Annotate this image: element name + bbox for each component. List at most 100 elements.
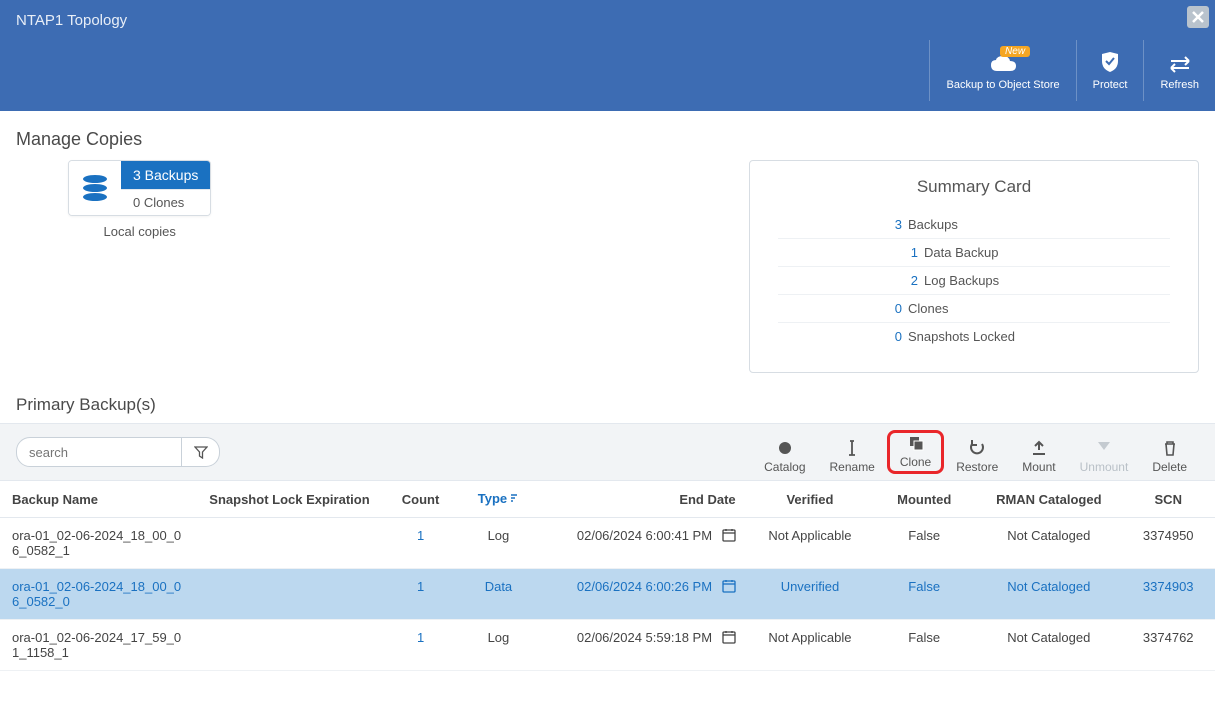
summary-card: Summary Card 3Backups1Data Backup2Log Ba… bbox=[749, 160, 1199, 373]
manage-copies-title: Manage Copies bbox=[0, 111, 1215, 160]
local-copies-box: 3 Backups 0 Clones bbox=[68, 160, 211, 216]
manage-copies-row: 3 Backups 0 Clones Local copies Summary … bbox=[0, 160, 1215, 389]
table-row[interactable]: ora-01_02-06-2024_18_00_06_0582_0 1Data02… bbox=[0, 569, 1215, 620]
cell-mounted: False bbox=[872, 620, 976, 671]
col-name[interactable]: Backup Name bbox=[0, 481, 197, 518]
refresh-label: Refresh bbox=[1160, 79, 1199, 91]
table-row[interactable]: ora-01_02-06-2024_18_00_06_0582_11Log02/… bbox=[0, 518, 1215, 569]
summary-num: 2 bbox=[778, 273, 924, 288]
filter-button[interactable] bbox=[182, 437, 220, 467]
cell-scn: 3374950 bbox=[1121, 518, 1215, 569]
rename-icon bbox=[844, 440, 860, 456]
topology-header: NTAP1 Topology New Backup to Object Stor… bbox=[0, 0, 1215, 111]
cloud-icon bbox=[989, 55, 1017, 73]
delete-label: Delete bbox=[1152, 460, 1187, 474]
clones-badge: 0 Clones bbox=[121, 189, 210, 215]
summary-num: 1 bbox=[778, 245, 924, 260]
mount-button[interactable]: Mount bbox=[1010, 440, 1067, 474]
calendar-icon[interactable] bbox=[722, 630, 736, 647]
delete-button[interactable]: Delete bbox=[1140, 440, 1199, 474]
header-actions: New Backup to Object Store Protect Refre… bbox=[929, 40, 1215, 101]
cell-verified: Not Applicable bbox=[748, 518, 873, 569]
col-count[interactable]: Count bbox=[384, 481, 457, 518]
summary-label: Snapshots Locked bbox=[908, 329, 1015, 344]
summary-row: 2Log Backups bbox=[778, 266, 1170, 294]
backup-to-object-store-button[interactable]: New Backup to Object Store bbox=[929, 40, 1075, 101]
cell-lock bbox=[197, 569, 384, 620]
table-row[interactable]: ora-01_02-06-2024_17_59_01_1158_11Log02/… bbox=[0, 620, 1215, 671]
protect-button[interactable]: Protect bbox=[1076, 40, 1144, 101]
backups-badge: 3 Backups bbox=[121, 161, 210, 189]
cell-count: 1 bbox=[384, 620, 457, 671]
clone-button[interactable]: Clone bbox=[887, 430, 944, 474]
calendar-icon[interactable] bbox=[722, 579, 736, 596]
col-verified[interactable]: Verified bbox=[748, 481, 873, 518]
cell-type: Log bbox=[457, 518, 540, 569]
close-icon bbox=[1192, 11, 1204, 23]
col-end[interactable]: End Date bbox=[540, 481, 748, 518]
cell-mounted: False bbox=[872, 569, 976, 620]
cell-end: 02/06/2024 5:59:18 PM bbox=[540, 620, 748, 671]
clone-label: Clone bbox=[900, 455, 931, 469]
search-input[interactable] bbox=[16, 437, 182, 467]
summary-row: 1Data Backup bbox=[778, 238, 1170, 266]
trash-icon bbox=[1162, 440, 1178, 456]
local-copies-label: Local copies bbox=[104, 224, 176, 239]
protect-label: Protect bbox=[1093, 79, 1128, 91]
catalog-button[interactable]: Catalog bbox=[752, 440, 817, 474]
clone-icon bbox=[908, 435, 924, 451]
summary-num: 0 bbox=[778, 301, 908, 316]
cell-lock bbox=[197, 518, 384, 569]
summary-num: 0 bbox=[778, 329, 908, 344]
close-button[interactable] bbox=[1187, 6, 1209, 28]
search-group bbox=[16, 437, 220, 467]
cell-end: 02/06/2024 6:00:26 PM bbox=[540, 569, 748, 620]
col-mounted[interactable]: Mounted bbox=[872, 481, 976, 518]
cell-mounted: False bbox=[872, 518, 976, 569]
cell-lock bbox=[197, 620, 384, 671]
cell-scn: 3374762 bbox=[1121, 620, 1215, 671]
cell-type: Data bbox=[457, 569, 540, 620]
col-type[interactable]: Type bbox=[457, 481, 540, 518]
refresh-button[interactable]: Refresh bbox=[1143, 40, 1215, 101]
col-rman[interactable]: RMAN Cataloged bbox=[976, 481, 1121, 518]
col-scn[interactable]: SCN bbox=[1121, 481, 1215, 518]
col-type-label: Type bbox=[478, 491, 507, 506]
filter-icon bbox=[194, 445, 208, 459]
rename-label: Rename bbox=[830, 460, 875, 474]
cell-name: ora-01_02-06-2024_18_00_06_0582_0 bbox=[0, 569, 197, 620]
summary-label: Data Backup bbox=[924, 245, 998, 260]
primary-toolbar: Catalog Rename Clone Restore Mount Unmou… bbox=[0, 423, 1215, 481]
restore-button[interactable]: Restore bbox=[944, 440, 1010, 474]
cell-verified: Not Applicable bbox=[748, 620, 873, 671]
summary-num: 3 bbox=[778, 217, 908, 232]
cell-verified: Unverified bbox=[748, 569, 873, 620]
restore-label: Restore bbox=[956, 460, 998, 474]
refresh-icon bbox=[1169, 55, 1191, 73]
unmount-button: Unmount bbox=[1068, 440, 1141, 474]
unmount-label: Unmount bbox=[1080, 460, 1129, 474]
cell-count: 1 bbox=[384, 569, 457, 620]
local-copies-info: 3 Backups 0 Clones bbox=[121, 161, 210, 215]
unmount-icon bbox=[1096, 440, 1112, 456]
cell-type: Log bbox=[457, 620, 540, 671]
mount-icon bbox=[1031, 440, 1047, 456]
summary-label: Backups bbox=[908, 217, 958, 232]
database-icon bbox=[69, 161, 121, 215]
sort-icon bbox=[509, 492, 519, 507]
restore-icon bbox=[969, 440, 985, 456]
new-badge: New bbox=[1000, 46, 1030, 57]
summary-row: 0Snapshots Locked bbox=[778, 322, 1170, 350]
calendar-icon[interactable] bbox=[722, 528, 736, 545]
col-lock[interactable]: Snapshot Lock Expiration bbox=[197, 481, 384, 518]
cell-rman: Not Cataloged bbox=[976, 569, 1121, 620]
summary-label: Clones bbox=[908, 301, 948, 316]
cell-count: 1 bbox=[384, 518, 457, 569]
summary-row: 3Backups bbox=[778, 211, 1170, 238]
cell-rman: Not Cataloged bbox=[976, 620, 1121, 671]
summary-card-title: Summary Card bbox=[778, 177, 1170, 197]
rename-button[interactable]: Rename bbox=[818, 440, 887, 474]
summary-row: 0Clones bbox=[778, 294, 1170, 322]
local-copies-card[interactable]: 3 Backups 0 Clones Local copies bbox=[68, 160, 211, 239]
cell-name: ora-01_02-06-2024_18_00_06_0582_1 bbox=[0, 518, 197, 569]
